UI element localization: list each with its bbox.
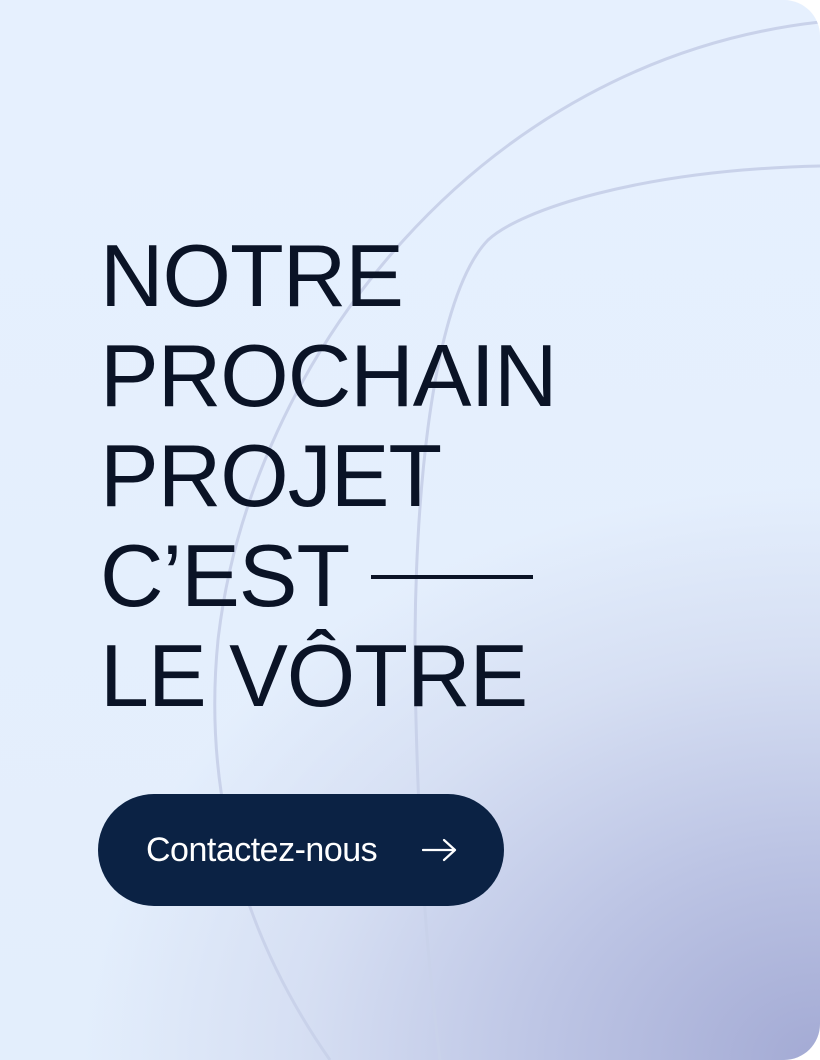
contact-card: NOTRE PROCHAIN PROJET C’EST LE VÔTRE Con… <box>0 0 820 1060</box>
headline-line-4: C’EST <box>100 526 557 626</box>
headline-line-2: PROCHAIN <box>100 326 557 425</box>
headline-line-4-text: C’EST <box>100 526 350 625</box>
headline-line-3: PROJET <box>100 426 442 525</box>
contact-button-label: Contactez-nous <box>146 830 378 869</box>
headline: NOTRE PROCHAIN PROJET C’EST LE VÔTRE <box>100 226 557 726</box>
headline-line-5: LE VÔTRE <box>100 626 528 725</box>
headline-line-1: NOTRE <box>100 226 404 325</box>
headline-dash <box>371 574 534 579</box>
arrow-right-icon <box>422 838 457 862</box>
